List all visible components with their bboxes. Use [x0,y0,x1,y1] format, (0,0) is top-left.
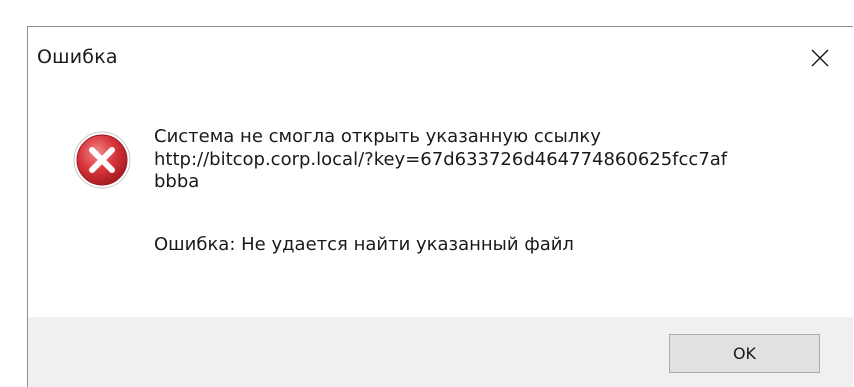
dialog-content: Система не смогла открыть указанную ссыл… [28,89,853,317]
title-bar: Ошибка [28,27,853,89]
dialog-title: Ошибка [37,46,118,68]
close-button[interactable] [787,27,853,89]
close-icon [811,49,829,67]
ok-button[interactable]: OK [669,334,820,373]
error-dialog: Ошибка Система не смогла открыть указанн… [27,26,853,387]
error-icon [73,131,131,189]
error-detail: Ошибка: Не удается найти указанный файл [154,234,574,255]
button-bar: OK [28,317,853,387]
error-message: Система не смогла открыть указанную ссыл… [154,126,728,192]
